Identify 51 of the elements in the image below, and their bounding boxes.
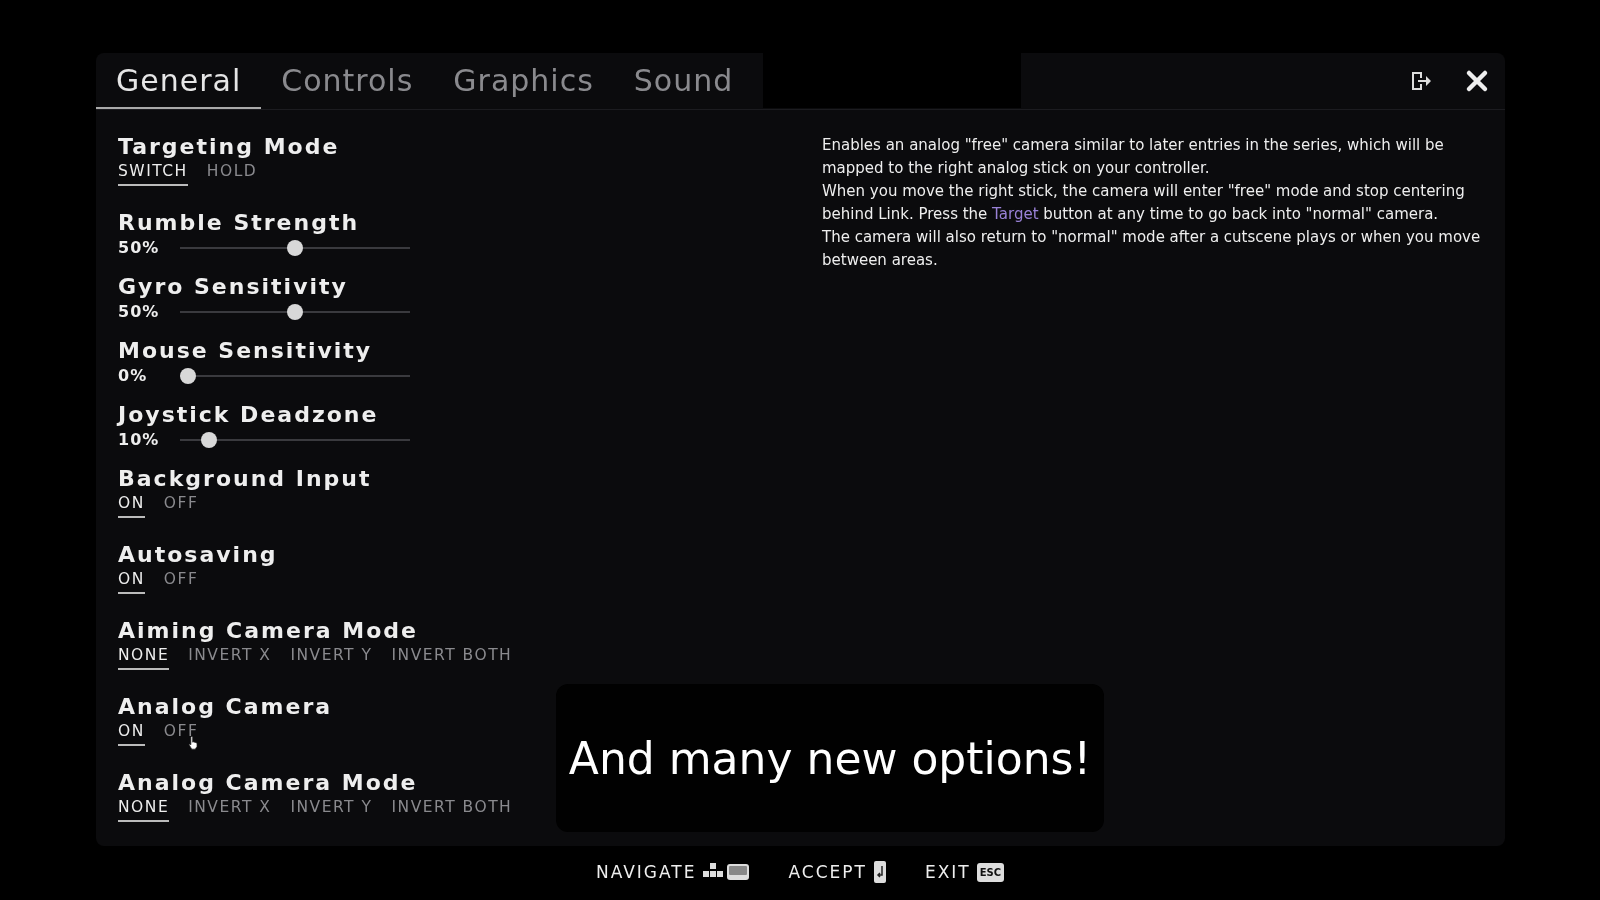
description-text: When you move the right stick, the camera will enter "free" mode and stop centering behind Link. Press the Target button at any time to go back into "normal" camera.: [822, 181, 1466, 225]
option[interactable]: HOLD: [206, 162, 258, 186]
hint-label: EXIT: [924, 862, 971, 882]
tab[interactable]: Controls: [261, 53, 434, 109]
hand-cursor-icon: [187, 736, 199, 750]
description-text: Enables an analog "free" camera similar to later entries in the series, which will be mapped to the right analog stick on your controller.: [822, 135, 1445, 179]
escape-key: ESC: [976, 862, 1005, 882]
option[interactable]: INVERT Y: [290, 646, 373, 670]
setting-title: Mouse Sensitivity: [118, 338, 373, 363]
slider-value: 0%: [118, 366, 149, 385]
setting-title: Gyro Sensitivity: [118, 274, 348, 299]
option[interactable]: NONE: [118, 798, 170, 822]
option[interactable]: NONE: [118, 646, 170, 670]
option[interactable]: OFF: [163, 722, 199, 746]
setting-title: Targeting Mode: [118, 134, 340, 159]
close-icon[interactable]: [1465, 69, 1489, 93]
option[interactable]: ON: [118, 570, 145, 594]
option[interactable]: SWITCH: [118, 162, 188, 186]
tab[interactable]: Sound: [613, 53, 754, 109]
setting-title: Autosaving: [118, 542, 278, 567]
option[interactable]: OFF: [163, 570, 199, 594]
description-text: The camera will also return to "normal" mode after a cutscene plays or when you move between areas.: [822, 227, 1482, 271]
option[interactable]: INVERT BOTH: [391, 646, 513, 670]
option[interactable]: INVERT X: [188, 646, 272, 670]
slider-thumb[interactable]: [180, 367, 196, 384]
enter-key-icon: [872, 860, 887, 884]
option[interactable]: INVERT X: [188, 798, 272, 822]
setting-title: Rumble Strength: [118, 210, 360, 235]
setting-title: Analog Camera Mode: [118, 770, 418, 795]
caption-text: And many new options!: [568, 732, 1092, 784]
slider-thumb[interactable]: [287, 303, 303, 320]
hint-label: ACCEPT: [788, 862, 867, 882]
option[interactable]: ON: [118, 722, 145, 746]
option[interactable]: INVERT BOTH: [391, 798, 513, 822]
slider-thumb[interactable]: [201, 431, 218, 448]
tab[interactable]: Graphics: [433, 53, 614, 109]
option[interactable]: ON: [118, 494, 145, 518]
setting-title: Background Input: [118, 466, 372, 491]
keyboard-keys-icon: [702, 861, 751, 883]
option[interactable]: INVERT Y: [290, 798, 373, 822]
setting-title: Joystick Deadzone: [118, 402, 379, 427]
slider-value: 50%: [118, 238, 161, 257]
slider-value: 10%: [118, 430, 161, 449]
slider-thumb[interactable]: [287, 239, 303, 256]
setting-title: Analog Camera: [118, 694, 333, 719]
option[interactable]: OFF: [163, 494, 199, 518]
slider-value: 50%: [118, 302, 161, 321]
exit-icon[interactable]: [1409, 69, 1433, 93]
tab[interactable]: General: [96, 53, 262, 109]
setting-title: Aiming Camera Mode: [118, 618, 418, 643]
hint-label: NAVIGATE: [595, 862, 697, 882]
